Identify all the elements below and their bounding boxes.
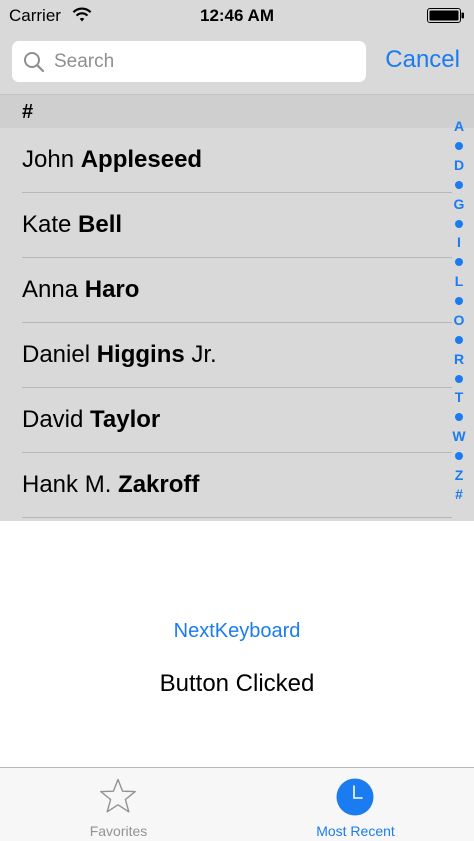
index-letter[interactable]: I [457, 233, 461, 252]
tab-favorites[interactable]: Favorites [0, 768, 237, 841]
contact-name: David Taylor [22, 406, 161, 433]
index-letter[interactable]: T [455, 388, 464, 407]
index-dot[interactable] [455, 297, 463, 306]
section-header-label: # [22, 101, 34, 123]
search-box[interactable] [12, 41, 366, 82]
status-bar: Carrier 12:46 AM [0, 0, 474, 32]
index-dot[interactable] [455, 374, 463, 383]
tab-bar: Favorites Most Recent [0, 767, 474, 841]
status-time: 12:46 AM [199, 6, 274, 25]
table-row[interactable]: Hank M. Zakroff [0, 453, 452, 518]
next-keyboard-button[interactable]: NextKeyboard [0, 620, 474, 643]
index-dot[interactable] [455, 452, 463, 461]
index-letter[interactable]: R [454, 350, 464, 369]
contact-name: Anna Haro [22, 276, 140, 303]
cancel-button[interactable]: Cancel [385, 46, 460, 74]
index-letter[interactable]: O [454, 311, 465, 330]
table-row[interactable]: David Taylor [0, 388, 452, 453]
index-letter[interactable]: A [454, 117, 464, 136]
table-row[interactable]: Kate Bell [0, 193, 452, 258]
index-letter[interactable]: D [454, 156, 464, 175]
contact-name: Kate Bell [22, 211, 123, 238]
table-row[interactable]: Anna Haro [0, 258, 452, 323]
index-letter[interactable]: L [455, 272, 464, 291]
search-input[interactable] [54, 41, 354, 82]
tab-most-recent[interactable]: Most Recent [237, 768, 474, 841]
clock-icon [336, 778, 374, 816]
search-icon [24, 52, 45, 73]
index-letter[interactable]: W [452, 427, 465, 446]
battery-icon [427, 8, 464, 23]
index-dot[interactable] [455, 142, 463, 151]
index-dot[interactable] [455, 413, 463, 422]
index-letter[interactable]: # [455, 485, 463, 504]
contact-name: John Appleseed [22, 146, 203, 173]
section-index[interactable]: A D G I L O R T W Z # [448, 117, 470, 505]
index-dot[interactable] [455, 219, 463, 228]
index-letter[interactable]: Z [455, 466, 464, 485]
contact-list[interactable]: # John Appleseed Kate Bell Anna Haro Dan… [0, 95, 474, 521]
tab-label: Favorites [89, 823, 148, 839]
table-row[interactable]: John Appleseed [0, 128, 452, 193]
index-dot[interactable] [455, 258, 463, 267]
contact-name: Hank M. Zakroff [22, 471, 200, 498]
index-letter[interactable]: G [454, 195, 465, 214]
index-dot[interactable] [455, 335, 463, 344]
index-dot[interactable] [455, 180, 463, 189]
star-icon [100, 778, 136, 813]
row-separator [22, 517, 452, 518]
section-header: # [0, 95, 474, 128]
status-message: Button Clicked [159, 670, 315, 697]
contact-name: Daniel Higgins Jr. [22, 341, 217, 368]
tab-label: Most Recent [316, 823, 395, 839]
contact-rows: John Appleseed Kate Bell Anna Haro Danie… [0, 128, 452, 518]
search-header: Cancel [0, 32, 474, 95]
table-row[interactable]: Daniel Higgins Jr. [0, 323, 452, 388]
